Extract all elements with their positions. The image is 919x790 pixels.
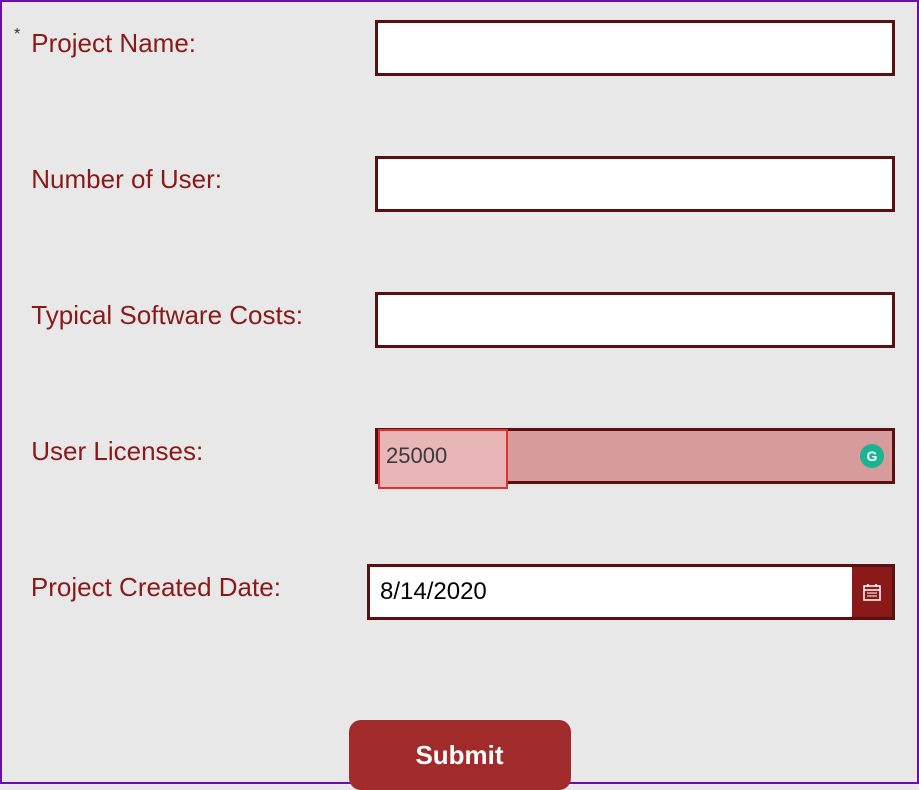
- submit-button[interactable]: Submit: [349, 720, 571, 790]
- project-name-input[interactable]: [375, 20, 895, 76]
- label-project-created-date: Project Created Date:: [31, 564, 367, 603]
- row-number-of-user: Number of User:: [14, 156, 905, 212]
- calendar-icon: [863, 583, 881, 601]
- user-licenses-field[interactable]: G: [375, 428, 895, 484]
- project-created-date-field: [367, 564, 895, 620]
- submit-row: Submit: [14, 720, 905, 790]
- row-project-name: * Project Name:: [14, 20, 905, 76]
- calendar-button[interactable]: [852, 567, 892, 617]
- required-indicator: *: [14, 20, 31, 44]
- form-container: * Project Name: Number of User: Typical …: [0, 0, 919, 784]
- typical-software-costs-input[interactable]: [375, 292, 895, 348]
- row-user-licenses: User Licenses: G: [14, 428, 905, 484]
- user-licenses-input[interactable]: [378, 431, 892, 481]
- label-number-of-user: Number of User:: [31, 156, 375, 195]
- label-typical-software-costs: Typical Software Costs:: [31, 292, 375, 331]
- row-typical-software-costs: Typical Software Costs:: [14, 292, 905, 348]
- project-created-date-input[interactable]: [370, 567, 852, 617]
- label-user-licenses: User Licenses:: [31, 428, 375, 467]
- number-of-user-input[interactable]: [375, 156, 895, 212]
- label-project-name: Project Name:: [31, 20, 375, 59]
- grammarly-icon[interactable]: G: [860, 444, 884, 468]
- row-project-created-date: Project Created Date:: [14, 564, 905, 620]
